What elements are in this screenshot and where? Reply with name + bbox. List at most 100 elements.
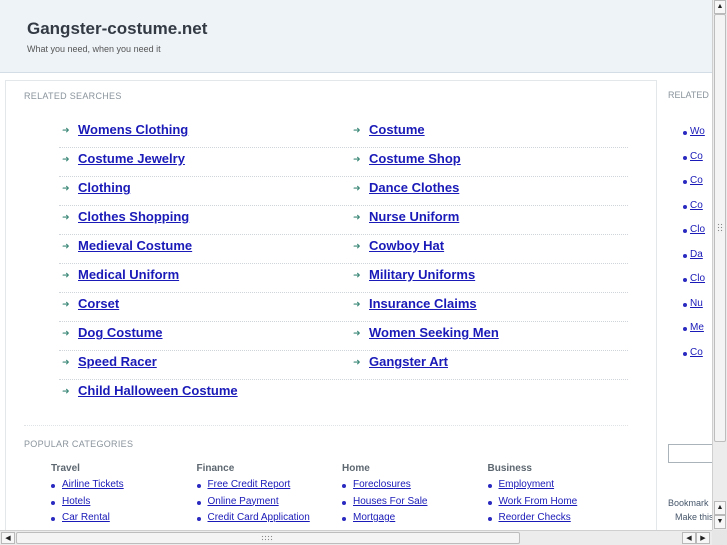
sidebar-link[interactable]: Clo	[690, 224, 705, 235]
related-search-row: ➜ Women Seeking Men	[350, 322, 628, 351]
related-search-row: ➜ Gangster Art	[350, 351, 628, 380]
horizontal-scroll-thumb[interactable]	[16, 532, 520, 544]
related-search-link[interactable]: Military Uniforms	[369, 267, 475, 282]
sidebar-link[interactable]: Clo	[690, 273, 705, 284]
related-search-link[interactable]: Dog Costume	[78, 325, 163, 340]
scroll-up-button[interactable]: ▲	[714, 0, 726, 14]
bullet-icon	[683, 204, 687, 209]
bullet-icon	[683, 180, 687, 184]
category-link[interactable]: Employment	[499, 479, 555, 490]
category-link[interactable]: Houses For Sale	[353, 496, 427, 507]
bullet-icon	[51, 517, 55, 521]
related-search-row: ➜ Dog Costume	[59, 322, 349, 351]
related-search-link[interactable]: Insurance Claims	[369, 296, 477, 311]
related-search-link[interactable]: Women Seeking Men	[369, 325, 499, 340]
bullet-icon	[487, 517, 492, 521]
related-search-link[interactable]: Nurse Uniform	[369, 209, 459, 224]
sidebar-link[interactable]: Co	[690, 200, 703, 211]
horizontal-scrollbar[interactable]: ◀ ◀ ▶	[0, 530, 712, 545]
sidebar-link[interactable]: Wo	[690, 126, 705, 137]
sidebar-link[interactable]: Co	[690, 175, 703, 186]
related-search-link[interactable]: Cowboy Hat	[369, 238, 444, 253]
scroll-up-button-lower[interactable]: ▲	[714, 501, 726, 515]
scroll-down-button[interactable]: ▼	[714, 515, 726, 529]
category-link[interactable]: Airline Tickets	[62, 479, 124, 490]
category-link[interactable]: Work From Home	[499, 496, 578, 507]
sidebar-link[interactable]: Da	[690, 249, 703, 260]
arrow-right-icon: ➜	[62, 183, 70, 193]
sidebar-link[interactable]: Me	[690, 322, 704, 333]
category-link[interactable]: Car Rental	[62, 512, 110, 523]
arrow-right-icon: ➜	[62, 386, 70, 396]
related-search-link[interactable]: Costume Shop	[369, 151, 461, 166]
category-link[interactable]: Hotels	[62, 496, 90, 507]
right-sidebar: RELATED Wo Co Co Co Clo Da Clo Nu Me Co Bookmark …	[656, 80, 713, 535]
category-link[interactable]: Foreclosures	[353, 479, 411, 490]
sidebar-link[interactable]: Co	[690, 347, 703, 358]
bullet-icon	[683, 351, 687, 356]
bullet-icon	[487, 484, 492, 488]
related-search-link[interactable]: Costume Jewelry	[78, 151, 185, 166]
vertical-scroll-thumb[interactable]	[714, 14, 726, 442]
related-search-link[interactable]: Speed Racer	[78, 354, 157, 369]
bullet-icon	[51, 500, 55, 505]
bullet-icon	[683, 278, 687, 282]
category-item: Work From Home	[487, 496, 628, 513]
related-search-link[interactable]: Corset	[78, 296, 119, 311]
related-search-link[interactable]: Medical Uniform	[78, 267, 179, 282]
arrow-right-icon: ➜	[62, 328, 70, 338]
arrow-right-icon: ➜	[353, 125, 361, 135]
category-heading: Business	[487, 463, 532, 474]
category-column: Business Employment Work From Home Reorder …	[487, 463, 628, 529]
related-search-link[interactable]: Child Halloween Costume	[78, 383, 238, 398]
related-search-row: ➜ Corset	[59, 293, 349, 322]
related-search-row: ➜ Costume Shop	[350, 148, 628, 177]
grip-icon	[261, 535, 273, 542]
arrow-right-icon: ➜	[62, 125, 70, 135]
sidebar-link[interactable]: Nu	[690, 298, 703, 309]
related-search-link[interactable]: Costume	[369, 122, 425, 137]
category-link[interactable]: Mortgage	[353, 512, 395, 523]
category-item: Reorder Checks	[487, 512, 628, 529]
scroll-right-button[interactable]: ▶	[696, 532, 710, 544]
scroll-left-button-right[interactable]: ◀	[682, 532, 696, 544]
category-column: Finance Free Credit Report Online Payment C…	[196, 463, 337, 529]
site-title[interactable]: Gangster-costume.net	[27, 19, 207, 39]
category-link[interactable]: Credit Card Application	[208, 512, 310, 523]
related-search-row: ➜ Costume Jewelry	[59, 148, 349, 177]
related-search-row: ➜ Child Halloween Costume	[59, 380, 349, 409]
arrow-right-icon: ➜	[62, 212, 70, 222]
category-link[interactable]: Free Credit Report	[208, 479, 291, 490]
make-homepage-link[interactable]: Make this	[675, 512, 713, 522]
related-searches-title: RELATED SEARCHES	[24, 91, 122, 101]
sidebar-item: Da	[683, 249, 703, 260]
bullet-icon	[487, 500, 492, 505]
scroll-left-button[interactable]: ◀	[1, 532, 15, 544]
related-search-row: ➜ Costume	[350, 119, 628, 148]
related-search-link[interactable]: Gangster Art	[369, 354, 448, 369]
sidebar-search-input[interactable]	[668, 444, 713, 463]
related-search-link[interactable]: Dance Clothes	[369, 180, 459, 195]
sidebar-item: Co	[683, 347, 703, 358]
bullet-icon	[683, 131, 687, 135]
site-header: Gangster-costume.net What you need, when…	[0, 0, 712, 73]
related-search-link[interactable]: Medieval Costume	[78, 238, 192, 253]
category-item: Car Rental	[51, 512, 191, 529]
category-item: Airline Tickets	[51, 479, 191, 496]
category-link[interactable]: Online Payment	[208, 496, 279, 507]
related-search-link[interactable]: Clothes Shopping	[78, 209, 189, 224]
arrow-right-icon: ➜	[353, 270, 361, 280]
bookmark-link[interactable]: Bookmark	[668, 498, 709, 508]
related-search-row: ➜ Military Uniforms	[350, 264, 628, 293]
category-heading: Home	[342, 463, 370, 474]
related-search-link[interactable]: Clothing	[78, 180, 131, 195]
vertical-scrollbar[interactable]: ▲ ▲ ▼	[712, 0, 727, 530]
arrow-right-icon: ➜	[353, 241, 361, 251]
bullet-icon	[51, 484, 55, 488]
sidebar-item: Co	[683, 151, 703, 162]
related-search-link[interactable]: Womens Clothing	[78, 122, 188, 137]
related-search-row: ➜ Cowboy Hat	[350, 235, 628, 264]
sidebar-link[interactable]: Co	[690, 151, 703, 162]
section-divider	[24, 425, 628, 426]
category-link[interactable]: Reorder Checks	[499, 512, 571, 523]
